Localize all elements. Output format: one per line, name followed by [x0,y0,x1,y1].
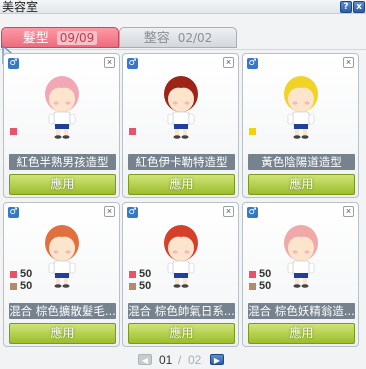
close-icon[interactable]: x [353,1,365,13]
apply-button[interactable]: 應用 [9,174,116,195]
apply-button[interactable]: 應用 [128,174,235,195]
remove-icon[interactable]: × [223,206,234,217]
color-swatch [10,271,17,278]
hair-style-name: 紅色伊卡勒特造型 [128,154,235,170]
color-percent: 50 [139,268,152,280]
male-gender-icon: ♂ [247,58,258,69]
hair-style-name: 紅色半熟男孩造型 [9,154,116,170]
male-gender-icon: ♂ [247,207,258,218]
remove-icon[interactable]: × [223,57,234,68]
color-swatch [129,283,136,290]
tab-hair-label: 髮型 [22,31,49,46]
color-percent: 50 [259,280,272,292]
male-gender-icon: ♂ [8,207,19,218]
tab-face-label: 整容 [143,31,170,46]
color-swatch [249,271,256,278]
hair-style-name: 混合 棕色擴散髮毛... [9,303,116,319]
color-swatch [249,128,256,135]
apply-button[interactable]: 應用 [248,323,355,344]
character-avatar [284,225,318,288]
title-bar: 美容室 ? x [0,0,366,14]
color-swatch [129,271,136,278]
character-avatar [164,225,198,288]
apply-button[interactable]: 應用 [128,323,235,344]
character-avatar [45,76,79,139]
apply-button[interactable]: 應用 [248,174,355,195]
color-swatch [10,283,17,290]
character-avatar [284,76,318,139]
page-current: 01 [159,353,173,367]
hair-card[interactable]: ♂ × 50 50 混合 棕色妖精翁造... 應用 [242,202,359,347]
hair-style-name: 混合 棕色妖精翁造... [248,303,355,319]
help-icon[interactable]: ? [340,1,352,13]
next-page-button[interactable]: ▶ [210,354,224,365]
tab-face[interactable]: 整容 02/02 [119,27,237,48]
remove-icon[interactable]: × [343,206,354,217]
tab-face-count: 02/02 [177,31,213,45]
page-separator: / [178,353,182,367]
color-percent: 50 [139,280,152,292]
remove-icon[interactable]: × [104,57,115,68]
color-swatch [249,283,256,290]
remove-icon[interactable]: × [104,206,115,217]
hair-card[interactable]: ♂ × 50 50 混合 棕色擴散髮毛... 應用 [3,202,120,347]
character-avatar [164,76,198,139]
tab-hair-count: 09/09 [56,31,98,45]
tab-strip: 髮型 09/09 整容 02/02 [0,20,366,50]
remove-icon[interactable]: × [343,57,354,68]
character-avatar [45,225,79,288]
window-title: 美容室 [2,0,39,14]
hair-style-name: 混合 棕色帥氣日系... [128,303,235,319]
pagination: ◀ 01 / 02 ▶ [0,352,366,368]
male-gender-icon: ♂ [8,58,19,69]
color-swatch [129,128,136,135]
hair-card[interactable]: ♂ × 50 50 混合 棕色帥氣日系... 應用 [122,202,239,347]
hair-card[interactable]: ♂ × 黃色陰陽道造型 應用 [242,53,359,198]
page-total: 02 [188,353,202,367]
hair-style-name: 黃色陰陽道造型 [248,154,355,170]
salon-panel: 髮型 09/09 整容 02/02 ♂ × 紅色半熟男孩造型 應用 ♂ × 紅色… [0,14,366,369]
prev-page-button[interactable]: ◀ [138,354,152,365]
color-percent: 50 [20,280,33,292]
male-gender-icon: ♂ [127,58,138,69]
male-gender-icon: ♂ [127,207,138,218]
hair-card[interactable]: ♂ × 紅色半熟男孩造型 應用 [3,53,120,198]
hair-card[interactable]: ♂ × 紅色伊卡勒特造型 應用 [122,53,239,198]
apply-button[interactable]: 應用 [9,323,116,344]
color-percent: 50 [259,268,272,280]
color-swatch [10,128,17,135]
color-percent: 50 [20,268,33,280]
